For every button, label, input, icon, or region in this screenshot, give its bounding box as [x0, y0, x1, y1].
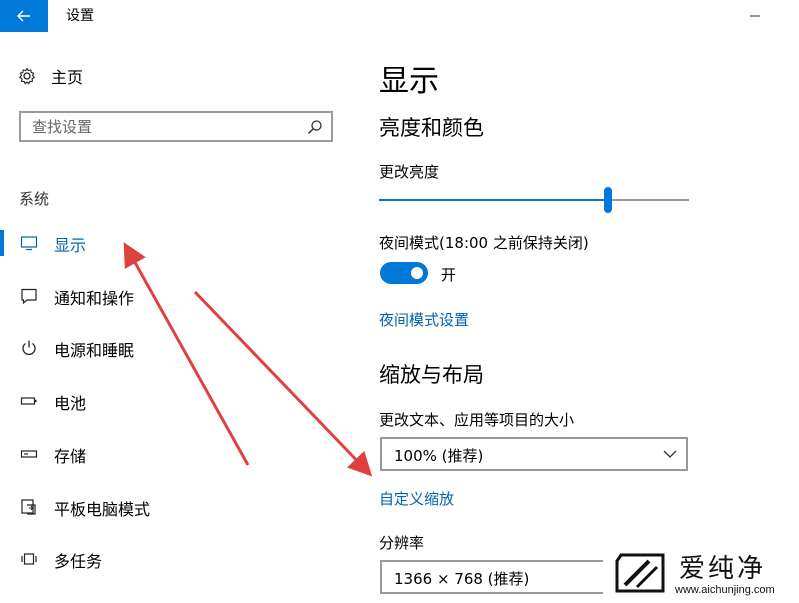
selection-indicator: [0, 230, 4, 256]
tablet-mode-icon: [21, 499, 36, 515]
battery-icon: [20, 397, 37, 405]
sidebar-item-battery[interactable]: 电池: [0, 386, 330, 416]
sidebar-item-label: 多任务: [54, 552, 103, 571]
custom-scale-link[interactable]: 自定义缩放: [379, 488, 454, 509]
search-settings-input[interactable]: 查找设置: [19, 111, 333, 142]
sidebar-item-label: 电源和睡眠: [54, 341, 135, 360]
scale-layout-heading: 缩放与布局: [379, 363, 484, 387]
search-placeholder: 查找设置: [32, 118, 93, 136]
sidebar-item-power[interactable]: 电源和睡眠: [0, 333, 330, 363]
gear-icon: [18, 67, 36, 85]
watermark-url: www.aichunjing.com: [675, 584, 775, 596]
night-mode-settings-link[interactable]: 夜间模式设置: [379, 309, 469, 330]
sidebar-item-multitasking[interactable]: 多任务: [0, 544, 330, 574]
night-mode-state: 开: [441, 266, 457, 284]
night-mode-label: 夜间模式(18:00 之前保持关闭): [379, 234, 589, 252]
minimize-icon: [750, 15, 760, 17]
resolution-label: 分辨率: [379, 534, 425, 552]
night-mode-toggle[interactable]: [380, 262, 428, 284]
scale-dropdown[interactable]: 100% (推荐): [380, 437, 688, 471]
brightness-label: 更改亮度: [379, 163, 440, 181]
monitor-icon: [20, 236, 38, 251]
brightness-color-heading: 亮度和颜色: [379, 116, 484, 140]
back-arrow-icon: [16, 10, 30, 22]
sidebar-item-label: 存储: [54, 447, 87, 466]
notification-icon: [21, 288, 37, 305]
system-group-label: 系统: [19, 190, 50, 208]
watermark-logo-icon: [615, 553, 665, 593]
home-label: 主页: [51, 68, 84, 87]
chevron-down-icon: [663, 450, 677, 458]
sidebar-item-label: 显示: [54, 236, 87, 255]
watermark-brand: 爱纯净: [679, 554, 767, 584]
settings-window: 设置 主页 查找设置 系统 显示 通知和操作 电源和睡眠 电池 存储 平板电脑模…: [0, 0, 799, 603]
window-title: 设置: [66, 8, 94, 24]
minimize-button[interactable]: [745, 6, 765, 26]
search-icon: [307, 119, 322, 134]
brightness-slider[interactable]: [379, 187, 689, 213]
sidebar-item-label: 通知和操作: [54, 289, 135, 308]
resolution-value: 1366 × 768 (推荐): [394, 570, 530, 588]
multitasking-icon: [21, 553, 37, 565]
back-button[interactable]: [0, 0, 48, 32]
sidebar-item-label: 电池: [54, 394, 87, 413]
scale-label: 更改文本、应用等项目的大小: [379, 411, 575, 429]
sidebar-item-tablet-mode[interactable]: 平板电脑模式: [0, 492, 330, 522]
sidebar-item-notifications[interactable]: 通知和操作: [0, 281, 330, 311]
storage-icon: [20, 450, 38, 458]
home-nav-item[interactable]: 主页: [18, 64, 83, 88]
sidebar-item-display[interactable]: 显示: [0, 228, 330, 258]
slider-fill: [379, 199, 608, 201]
scale-value: 100% (推荐): [394, 447, 484, 465]
slider-thumb[interactable]: [604, 187, 612, 213]
watermark: 爱纯净 www.aichunjing.com: [603, 544, 799, 603]
power-icon: [22, 340, 36, 355]
sidebar-item-storage[interactable]: 存储: [0, 439, 330, 469]
sidebar-item-label: 平板电脑模式: [54, 500, 151, 519]
toggle-knob: [411, 267, 423, 279]
page-title: 显示: [379, 64, 439, 99]
